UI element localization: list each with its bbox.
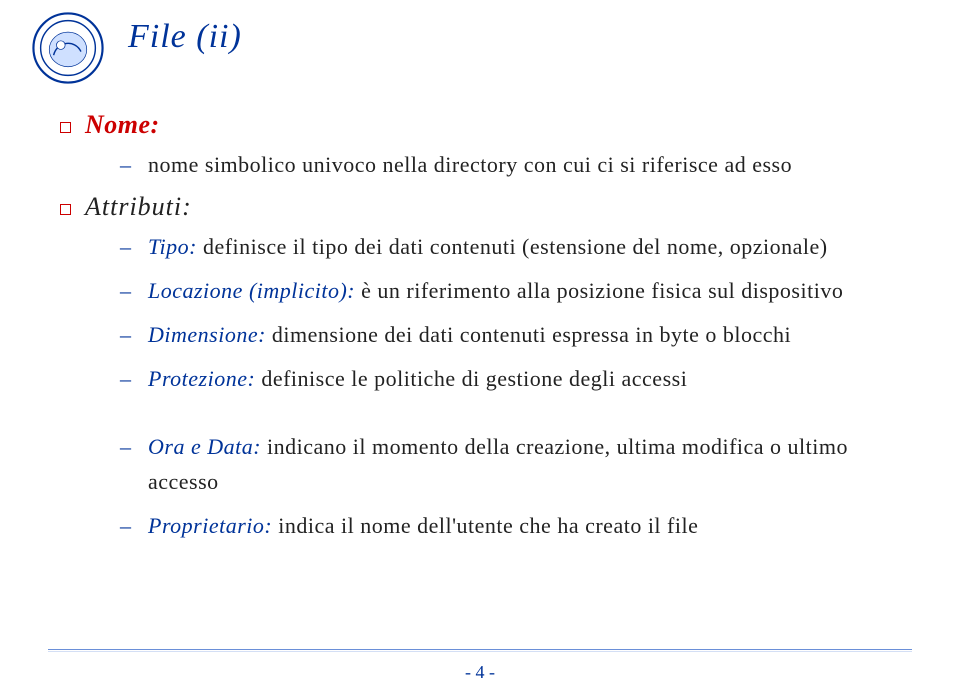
attr-dimensione: – Dimensione: dimensione dei dati conten…	[120, 318, 920, 352]
attr-rest: definisce le politiche di gestione degli…	[255, 366, 687, 391]
dash-icon: –	[120, 513, 134, 539]
slide-content: Nome: – nome simbolico univoco nella dir…	[60, 110, 920, 553]
attributi-label: Attributi:	[85, 192, 192, 222]
attr-rest: definisce il tipo dei dati contenuti (es…	[197, 234, 828, 259]
attr-protezione: – Protezione: definisce le politiche di …	[120, 362, 920, 396]
slide: File (ii) Nome: – nome simbolico univoco…	[0, 0, 960, 697]
bullet-square-icon	[60, 204, 71, 215]
polimi-logo	[32, 12, 104, 84]
dash-icon: –	[120, 322, 134, 348]
dash-icon: –	[120, 278, 134, 304]
nome-label: Nome:	[85, 110, 160, 139]
attr-term: Tipo:	[148, 234, 197, 259]
nome-desc: nome simbolico univoco nella directory c…	[148, 148, 792, 182]
attr-proprietario: – Proprietario: indica il nome dell'uten…	[120, 509, 920, 543]
attr-term: Protezione:	[148, 366, 255, 391]
attr-rest: è un riferimento alla posizione fisica s…	[355, 278, 843, 303]
dash-icon: –	[120, 152, 134, 178]
attr-rest: dimensione dei dati contenuti espressa i…	[266, 322, 791, 347]
footer-divider	[48, 649, 912, 651]
attr-term: Proprietario:	[148, 513, 272, 538]
attr-ora-data: – Ora e Data: indicano il momento della …	[120, 430, 920, 498]
attr-term: Locazione (implicito):	[148, 278, 355, 303]
bullet-square-icon	[60, 122, 71, 133]
attr-rest: indica il nome dell'utente che ha creato…	[272, 513, 698, 538]
slide-title: File (ii)	[128, 18, 242, 56]
dash-icon: –	[120, 434, 134, 460]
nome-desc-row: – nome simbolico univoco nella directory…	[120, 148, 920, 182]
page-number: - 4 -	[0, 662, 960, 683]
attr-term: Ora e Data:	[148, 434, 261, 459]
bullet-nome: Nome:	[60, 110, 920, 140]
attr-tipo: – Tipo: definisce il tipo dei dati conte…	[120, 230, 920, 264]
dash-icon: –	[120, 234, 134, 260]
attr-locazione: – Locazione (implicito): è un riferiment…	[120, 274, 920, 308]
bullet-attributi: Attributi:	[60, 192, 920, 222]
attr-term: Dimensione:	[148, 322, 266, 347]
dash-icon: –	[120, 366, 134, 392]
